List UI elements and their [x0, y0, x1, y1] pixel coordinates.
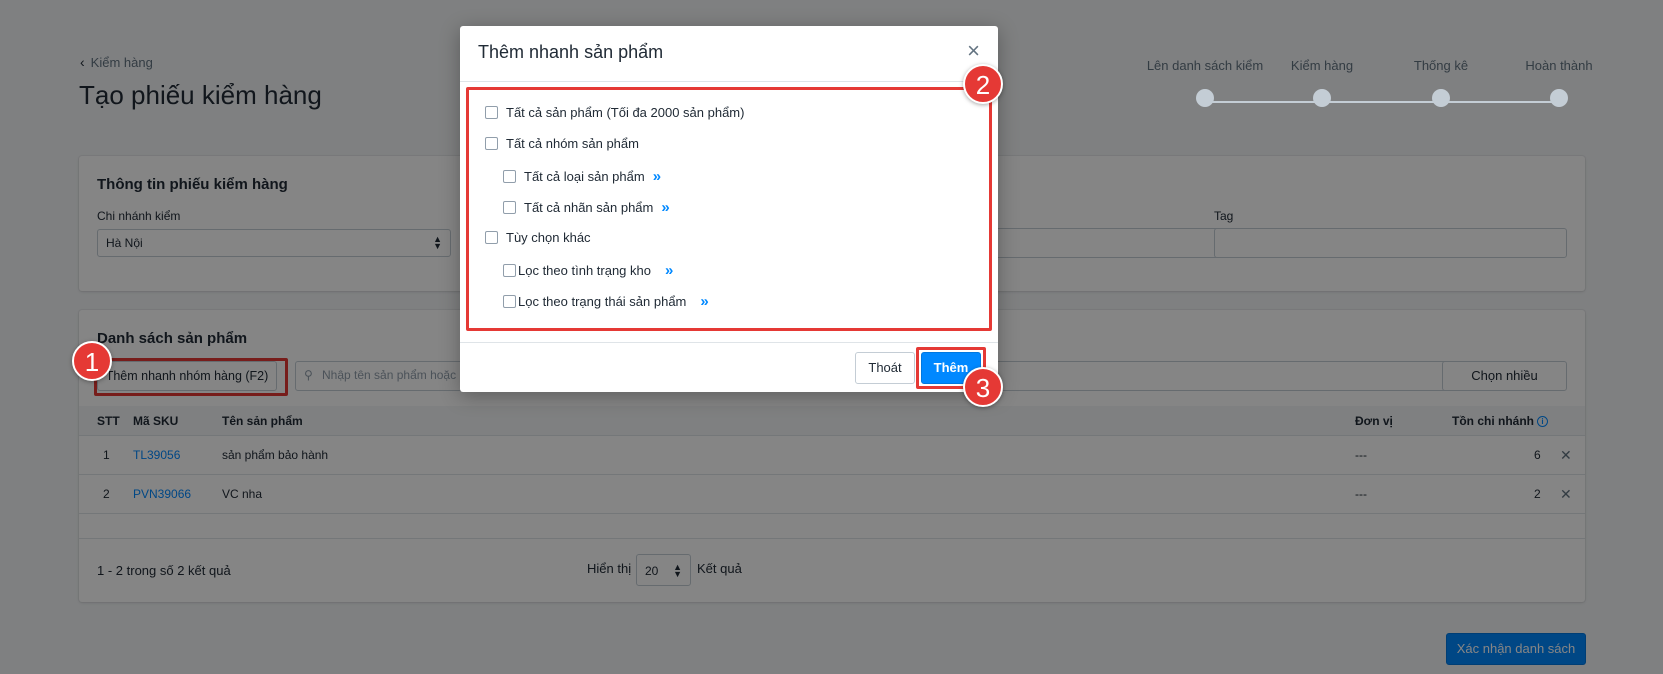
- option-label: Tùy chọn khác: [506, 230, 591, 245]
- cancel-button[interactable]: Thoát: [855, 352, 915, 384]
- checkbox[interactable]: [503, 264, 516, 277]
- option-label: Lọc theo trạng thái sản phẩm: [518, 294, 687, 309]
- modal-title: Thêm nhanh sản phẩm: [478, 42, 664, 62]
- checkbox[interactable]: [485, 106, 498, 119]
- checkbox[interactable]: [503, 201, 516, 214]
- step-badge-2: 2: [963, 64, 1003, 104]
- modal-footer: Thoát Thêm: [460, 342, 998, 392]
- step-dot: [1313, 89, 1331, 107]
- option-label: Tất cả nhóm sản phẩm: [506, 136, 639, 151]
- option-filter-status[interactable]: Lọc theo trạng thái sản phẩm »: [503, 293, 709, 310]
- modal-header: Thêm nhanh sản phẩm ×: [460, 26, 998, 82]
- modal-options-highlight: Tất cả sản phẩm (Tối đa 2000 sản phẩm) T…: [466, 87, 992, 331]
- option-all-groups[interactable]: Tất cả nhóm sản phẩm: [485, 136, 639, 151]
- option-all-brands[interactable]: Tất cả nhãn sản phẩm »: [503, 199, 670, 216]
- option-all-types[interactable]: Tất cả loại sản phẩm »: [503, 168, 661, 185]
- checkbox[interactable]: [485, 137, 498, 150]
- double-chevron-right-icon[interactable]: »: [665, 262, 673, 279]
- double-chevron-right-icon[interactable]: »: [653, 168, 661, 185]
- option-all-products[interactable]: Tất cả sản phẩm (Tối đa 2000 sản phẩm): [485, 105, 744, 120]
- step-dot: [1550, 89, 1568, 107]
- step-dot: [1432, 89, 1450, 107]
- close-icon[interactable]: ×: [967, 38, 980, 64]
- option-label: Tất cả nhãn sản phẩm: [524, 200, 654, 215]
- quick-add-modal: Thêm nhanh sản phẩm × Tất cả sản phẩm (T…: [460, 26, 998, 392]
- step-dot: [1196, 89, 1214, 107]
- option-label: Tất cả sản phẩm (Tối đa 2000 sản phẩm): [506, 105, 745, 120]
- option-label: Tất cả loại sản phẩm: [524, 169, 645, 184]
- double-chevron-right-icon[interactable]: »: [700, 293, 708, 310]
- step-badge-3: 3: [963, 367, 1003, 407]
- option-label: Lọc theo tình trạng kho: [518, 263, 651, 278]
- option-other[interactable]: Tùy chọn khác: [485, 230, 591, 245]
- checkbox[interactable]: [503, 170, 516, 183]
- step-badge-1: 1: [72, 341, 112, 381]
- option-filter-stock[interactable]: Lọc theo tình trạng kho »: [503, 262, 673, 279]
- stepper-line: [1210, 101, 1560, 103]
- checkbox[interactable]: [503, 295, 516, 308]
- double-chevron-right-icon[interactable]: »: [661, 199, 669, 216]
- checkbox[interactable]: [485, 231, 498, 244]
